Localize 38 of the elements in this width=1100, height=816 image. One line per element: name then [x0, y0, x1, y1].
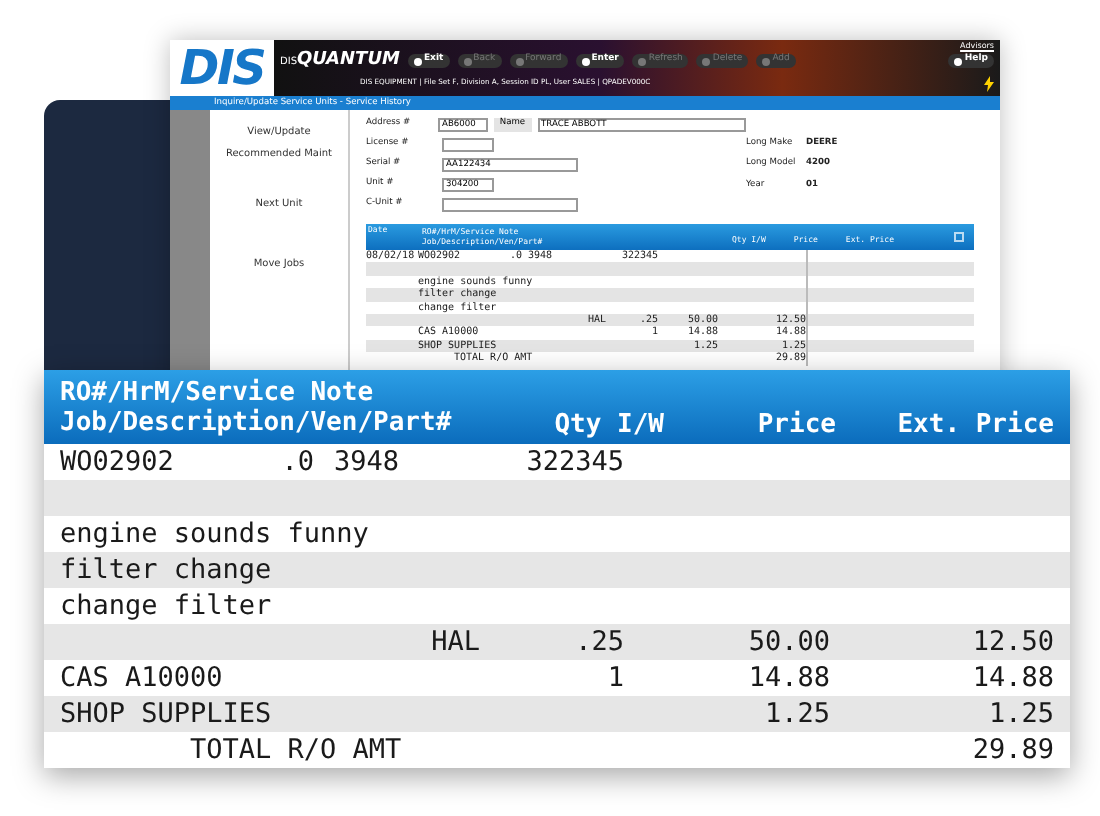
input-field[interactable] [442, 137, 494, 152]
note-cell-text: change filter [60, 588, 274, 624]
part-cell-text: 3948 [332, 444, 402, 480]
dot-icon [413, 57, 422, 65]
note-cell-text: SHOP SUPPLIES [60, 696, 274, 732]
column-header: Ext. Price [895, 410, 1054, 444]
qty-cell-text: 322345 [524, 444, 626, 480]
input-field[interactable] [442, 197, 578, 212]
dot-icon [581, 57, 590, 65]
note-cell-text: CAS A10000 [60, 660, 225, 696]
dot-icon [702, 57, 711, 65]
price-cell-text: 50.00 [746, 624, 830, 660]
price-cell-text: 14.88 [746, 660, 830, 696]
ext-price-cell-text: 12.50 [970, 624, 1054, 660]
ext-price-cell-text: 1.25 [986, 696, 1054, 732]
ext-price-cell-text: 29.89 [970, 732, 1054, 768]
ext-price-cell-text: 14.88 [970, 660, 1054, 696]
dot-icon [463, 57, 472, 65]
note-cell-text: engine sounds funny [60, 516, 371, 552]
dot-icon [954, 57, 963, 65]
column-header: Qty I/W [552, 410, 666, 444]
column-header: Price [755, 410, 836, 444]
code-cell-text: .0 [279, 444, 314, 480]
scroll-icon [954, 232, 964, 242]
logo: DIS [179, 44, 265, 92]
note-cell-text: WO02902 [60, 444, 176, 480]
column-header: Job/Description/Ven/Part# [60, 407, 452, 437]
unit-cell-text: HAL [429, 624, 480, 660]
qty-cell-text: 1 [605, 660, 626, 696]
price-cell-text: 1.25 [762, 696, 830, 732]
dot-icon [638, 57, 647, 65]
qty-cell-text: .25 [573, 624, 626, 660]
note-cell-text: filter change [60, 552, 274, 588]
dot-icon [762, 57, 771, 65]
dot-icon [515, 57, 524, 65]
column-header: RO#/HrM/Service Note [60, 377, 376, 407]
total-label: TOTAL R/O AMT [188, 732, 404, 768]
lightning-icon [984, 75, 994, 91]
